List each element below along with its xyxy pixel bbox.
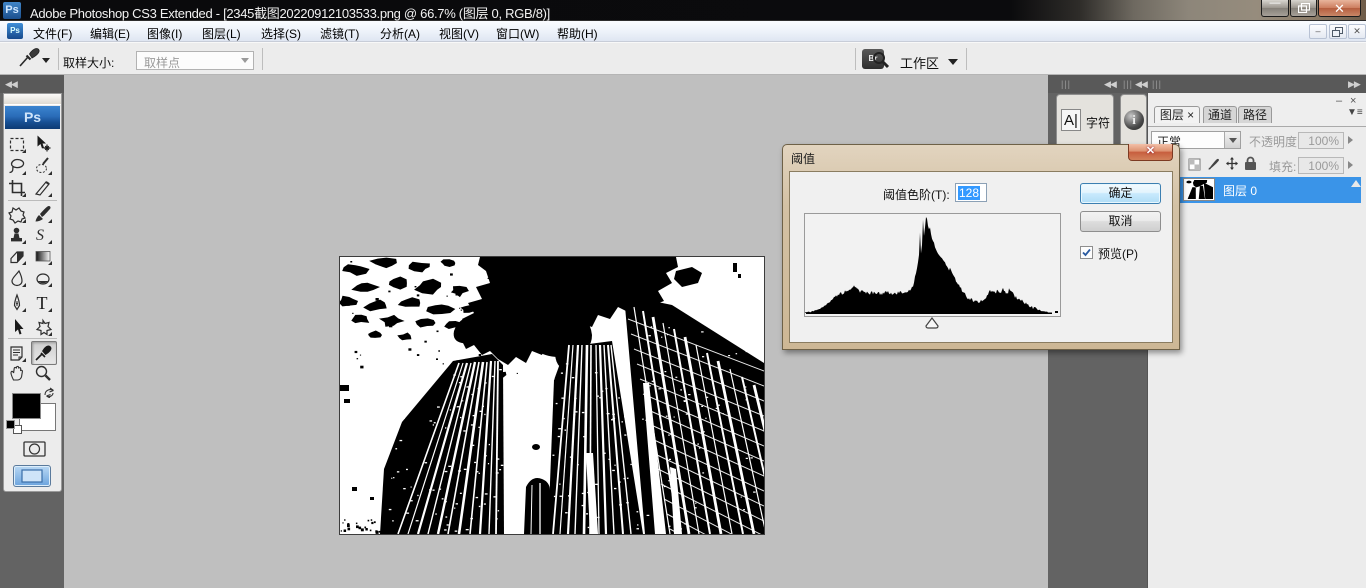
svg-text:T: T — [37, 293, 48, 313]
svg-text:S: S — [36, 227, 44, 244]
